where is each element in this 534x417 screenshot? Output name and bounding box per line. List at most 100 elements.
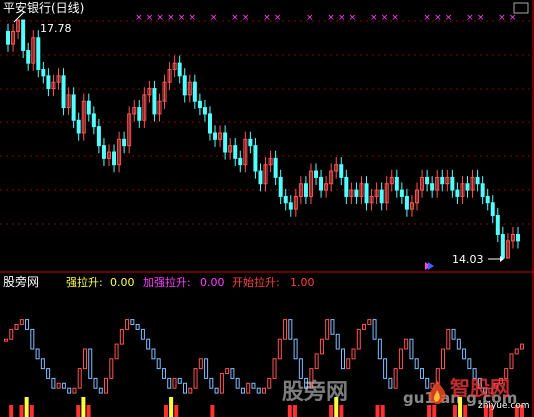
- indicator-box: [446, 328, 451, 350]
- indicator-box: [267, 377, 272, 389]
- marker-x: ×: [231, 13, 239, 23]
- signal-bar: [339, 405, 344, 417]
- candle-body: [319, 176, 324, 191]
- indicator-box: [398, 348, 403, 370]
- indicator-box: [456, 338, 461, 350]
- indicator-box: [46, 368, 51, 379]
- indicator-item-strong-value: 0.00: [110, 276, 135, 289]
- candle-body: [485, 195, 490, 204]
- indicator-item-start-value: 1.00: [290, 276, 315, 289]
- indicator-box: [362, 324, 367, 330]
- signal-bar: [29, 405, 34, 417]
- marker-x: ×: [477, 13, 485, 23]
- candle-body: [197, 100, 202, 109]
- candle-body: [182, 75, 187, 96]
- candle-body: [21, 19, 26, 51]
- corner-button[interactable]: [513, 2, 529, 14]
- candle-body: [96, 126, 101, 147]
- marker-x: ×: [274, 13, 282, 23]
- candle-body: [480, 183, 485, 197]
- indicator-box: [251, 382, 256, 389]
- marker-x: ×: [210, 13, 218, 23]
- marker-x: ×: [423, 13, 431, 23]
- candle-body: [314, 170, 319, 178]
- marker-x: ×: [391, 13, 399, 23]
- indicator-box: [72, 387, 77, 394]
- candle-body: [202, 107, 207, 115]
- candle-body: [258, 170, 263, 185]
- candle-body: [440, 176, 445, 185]
- indicator-item-boost-label: 加强拉升:: [143, 276, 191, 289]
- candle-body: [430, 183, 435, 191]
- indicator-box: [67, 387, 72, 394]
- indicator-box: [61, 382, 66, 389]
- candle-body: [303, 183, 308, 197]
- candle-body: [41, 69, 46, 77]
- indicator-box: [146, 338, 151, 350]
- signal-bar: [24, 397, 29, 417]
- indicator-box: [109, 358, 114, 379]
- marker-x: ×: [349, 13, 357, 23]
- candle-body: [500, 234, 505, 259]
- candle-body: [344, 176, 349, 197]
- indicator-box: [214, 387, 219, 394]
- candle-body: [379, 189, 384, 204]
- signal-bar: [210, 405, 215, 417]
- indicator-box: [135, 324, 140, 330]
- candle-body: [71, 94, 76, 121]
- indicator-box: [98, 387, 103, 394]
- candle-body: [354, 189, 359, 197]
- candle-body: [76, 119, 81, 134]
- indicator-box: [188, 387, 193, 394]
- marker-x: ×: [466, 13, 474, 23]
- indicator-box: [246, 382, 251, 394]
- stock-chart-canvas[interactable]: × × × × × × × × × × × × × × × × × × × × × × × × ×: [0, 0, 534, 417]
- candle-body: [137, 107, 142, 121]
- indicator-item-strong-label: 强拉升:: [66, 276, 103, 289]
- indicator-box: [277, 338, 282, 360]
- indicator-box: [377, 338, 382, 360]
- signal-bar: [86, 405, 91, 417]
- candle-body: [273, 157, 278, 178]
- candle-body: [6, 30, 10, 45]
- candle-body: [152, 88, 157, 115]
- signal-bar: [375, 405, 380, 417]
- indicator-box: [509, 353, 514, 370]
- candle-body: [404, 195, 409, 210]
- scroll-arrow-icon-2[interactable]: [428, 262, 434, 270]
- indicator-box: [325, 319, 330, 340]
- marker-x: ×: [498, 13, 506, 23]
- signal-bar: [19, 405, 24, 417]
- logo-flame-icon: [428, 380, 446, 404]
- indicator-box: [393, 368, 398, 389]
- candle-body: [177, 62, 182, 77]
- indicator-box: [262, 387, 266, 394]
- marker-x: ×: [381, 13, 389, 23]
- candle-body: [61, 75, 66, 109]
- indicator-box: [225, 368, 230, 375]
- candle-body: [233, 145, 238, 159]
- marker-x: ×: [188, 13, 196, 23]
- candle-body: [101, 145, 106, 159]
- candle-body: [364, 183, 369, 204]
- candle-body: [46, 75, 51, 90]
- indicator-box: [283, 319, 288, 340]
- indicator-box: [104, 377, 109, 394]
- signal-bar: [329, 405, 334, 417]
- high-price-label: 17.78: [40, 22, 72, 35]
- candle-body: [36, 37, 41, 71]
- indicator-box: [183, 382, 188, 394]
- candle-body: [238, 157, 243, 166]
- indicator-box: [230, 368, 235, 379]
- candle-body: [399, 189, 404, 197]
- signal-bar: [81, 397, 86, 417]
- indicator-box: [125, 319, 130, 330]
- indicator-box: [209, 377, 214, 389]
- indicator-box: [204, 358, 209, 379]
- candle-body: [91, 113, 96, 128]
- indicator-item-start-label: 开始拉升:: [232, 276, 280, 289]
- marker-x: ×: [263, 13, 271, 23]
- indicator-box: [256, 387, 261, 394]
- candle-body: [213, 132, 218, 140]
- indicator-box: [140, 328, 145, 340]
